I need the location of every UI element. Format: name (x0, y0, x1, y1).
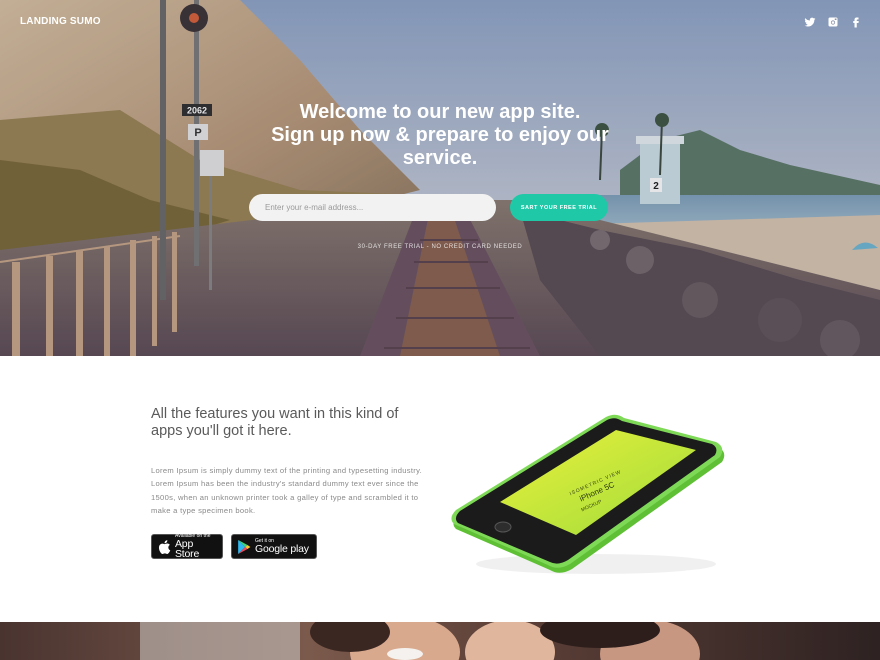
hero-section: 2062 P 2 LANDING SUMO Welcome to our new… (0, 0, 880, 356)
apple-icon (158, 539, 171, 554)
headline-line-1: Welcome to our new app site. (299, 101, 581, 123)
instagram-icon[interactable] (827, 16, 839, 28)
headline-line-3: service. (402, 147, 478, 169)
app-store-big-label: App Store (175, 537, 200, 560)
brand-logo[interactable]: LANDING SUMO (20, 16, 101, 27)
headline-line-2: Sign up now & prepare to enjoy our (271, 124, 609, 146)
features-title: All the features you want in this kind o… (151, 406, 441, 440)
features-section: All the features you want in this kind o… (0, 356, 880, 622)
testimonial-photo-strip (0, 622, 880, 660)
social-links (804, 16, 862, 28)
google-play-icon (238, 539, 251, 554)
start-free-trial-button[interactable]: SART YOUR FREE TRIAL (510, 194, 608, 221)
phone-mockup-image: ISOMETRIC VIEW iPhone 5C MOCKUP (451, 414, 725, 574)
twitter-icon[interactable] (804, 16, 816, 28)
features-title-line-2: apps you'll got it here. (151, 423, 292, 439)
hero-overlay (0, 0, 880, 356)
hero-headline: Welcome to our new app site. Sign up now… (0, 101, 880, 170)
store-badges: Available on the App Store Get it on Goo… (151, 533, 317, 560)
features-title-line-1: All the features you want in this kind o… (151, 406, 399, 422)
features-body: Lorem Ipsum is simply dummy text of the … (151, 466, 423, 516)
trial-note: 30-DAY FREE TRIAL - NO CREDIT CARD NEEDE… (357, 244, 523, 250)
email-input[interactable] (249, 194, 496, 221)
app-store-button[interactable]: Available on the App Store (151, 533, 223, 560)
facebook-icon[interactable] (850, 16, 862, 28)
google-play-button[interactable]: Get it on Google play (231, 534, 317, 559)
google-play-big-label: Google play (255, 542, 309, 555)
people-photo-image (0, 622, 880, 660)
